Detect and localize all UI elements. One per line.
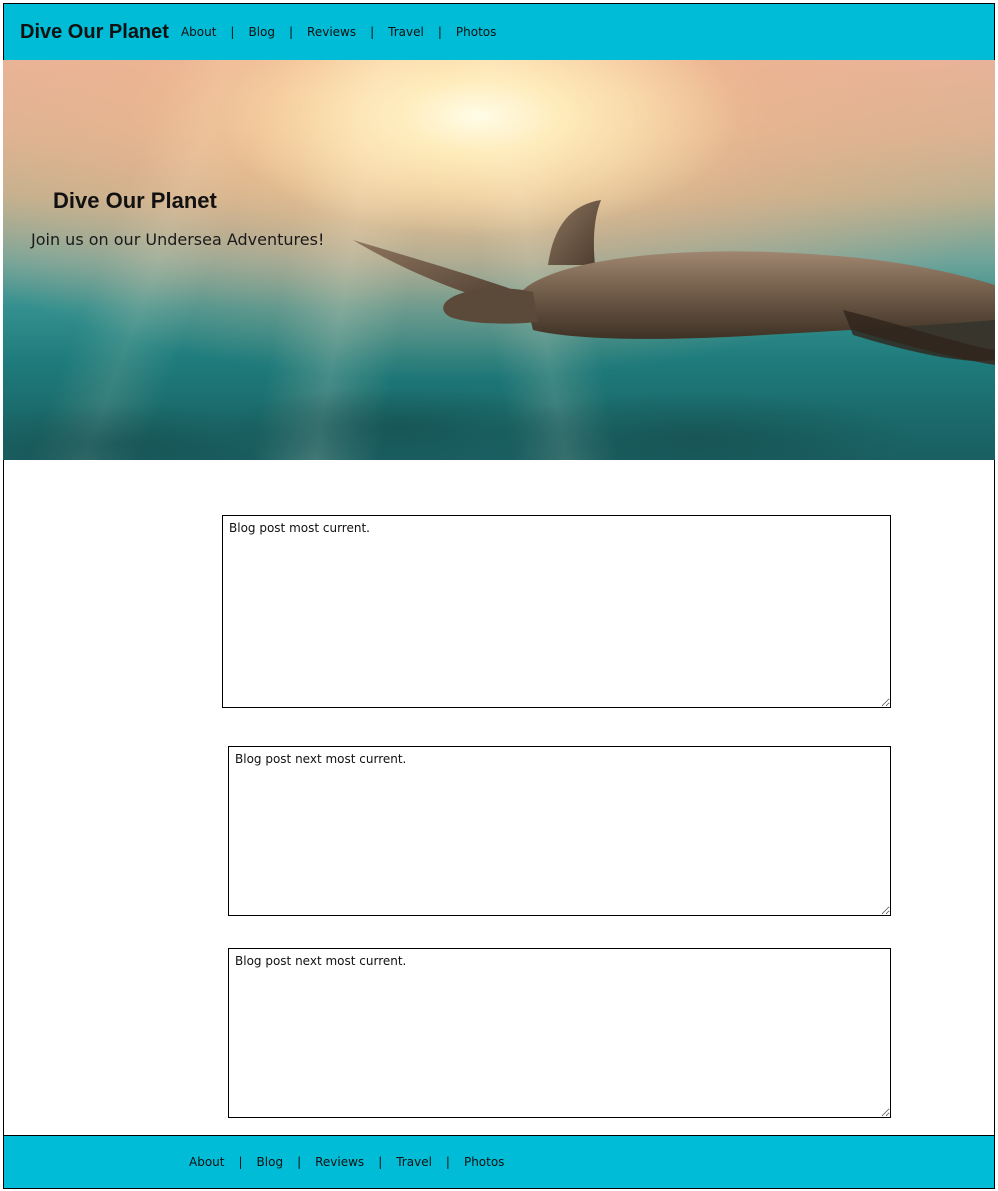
- footer-link-travel[interactable]: Travel: [396, 1155, 432, 1169]
- hero-subtitle: Join us on our Undersea Adventures!: [31, 230, 325, 249]
- nav-separator: |: [238, 1155, 243, 1169]
- blog-post-textarea[interactable]: Blog post next most current.: [228, 948, 891, 1118]
- footer-link-reviews[interactable]: Reviews: [315, 1155, 364, 1169]
- nav-link-reviews[interactable]: Reviews: [307, 25, 356, 39]
- nav-link-photos[interactable]: Photos: [456, 25, 496, 39]
- footer-link-blog[interactable]: Blog: [257, 1155, 284, 1169]
- nav-separator: |: [289, 25, 294, 39]
- sea-turtle-image: [353, 200, 995, 365]
- nav-separator: |: [230, 25, 235, 39]
- hero-title: Dive Our Planet: [53, 188, 217, 213]
- nav-link-about[interactable]: About: [181, 25, 216, 39]
- hero-banner: Dive Our Planet Join us on our Undersea …: [3, 60, 995, 460]
- nav-separator: |: [378, 1155, 383, 1169]
- nav-link-travel[interactable]: Travel: [388, 25, 424, 39]
- nav-separator: |: [437, 25, 442, 39]
- footer-link-photos[interactable]: Photos: [464, 1155, 504, 1169]
- blog-post-textarea[interactable]: Blog post next most current.: [228, 746, 891, 916]
- header-nav: About | Blog | Reviews | Travel | Photos: [181, 25, 496, 39]
- nav-link-blog[interactable]: Blog: [248, 25, 275, 39]
- footer-link-about[interactable]: About: [189, 1155, 224, 1169]
- nav-separator: |: [445, 1155, 450, 1169]
- nav-separator: |: [297, 1155, 302, 1169]
- site-header: Dive Our Planet About | Blog | Reviews |…: [3, 3, 995, 61]
- footer-nav: About | Blog | Reviews | Travel | Photos: [189, 1155, 504, 1169]
- blog-post-textarea[interactable]: Blog post most current.: [222, 515, 891, 708]
- site-footer: About | Blog | Reviews | Travel | Photos: [3, 1135, 995, 1189]
- site-brand[interactable]: Dive Our Planet: [20, 21, 169, 44]
- nav-separator: |: [370, 25, 375, 39]
